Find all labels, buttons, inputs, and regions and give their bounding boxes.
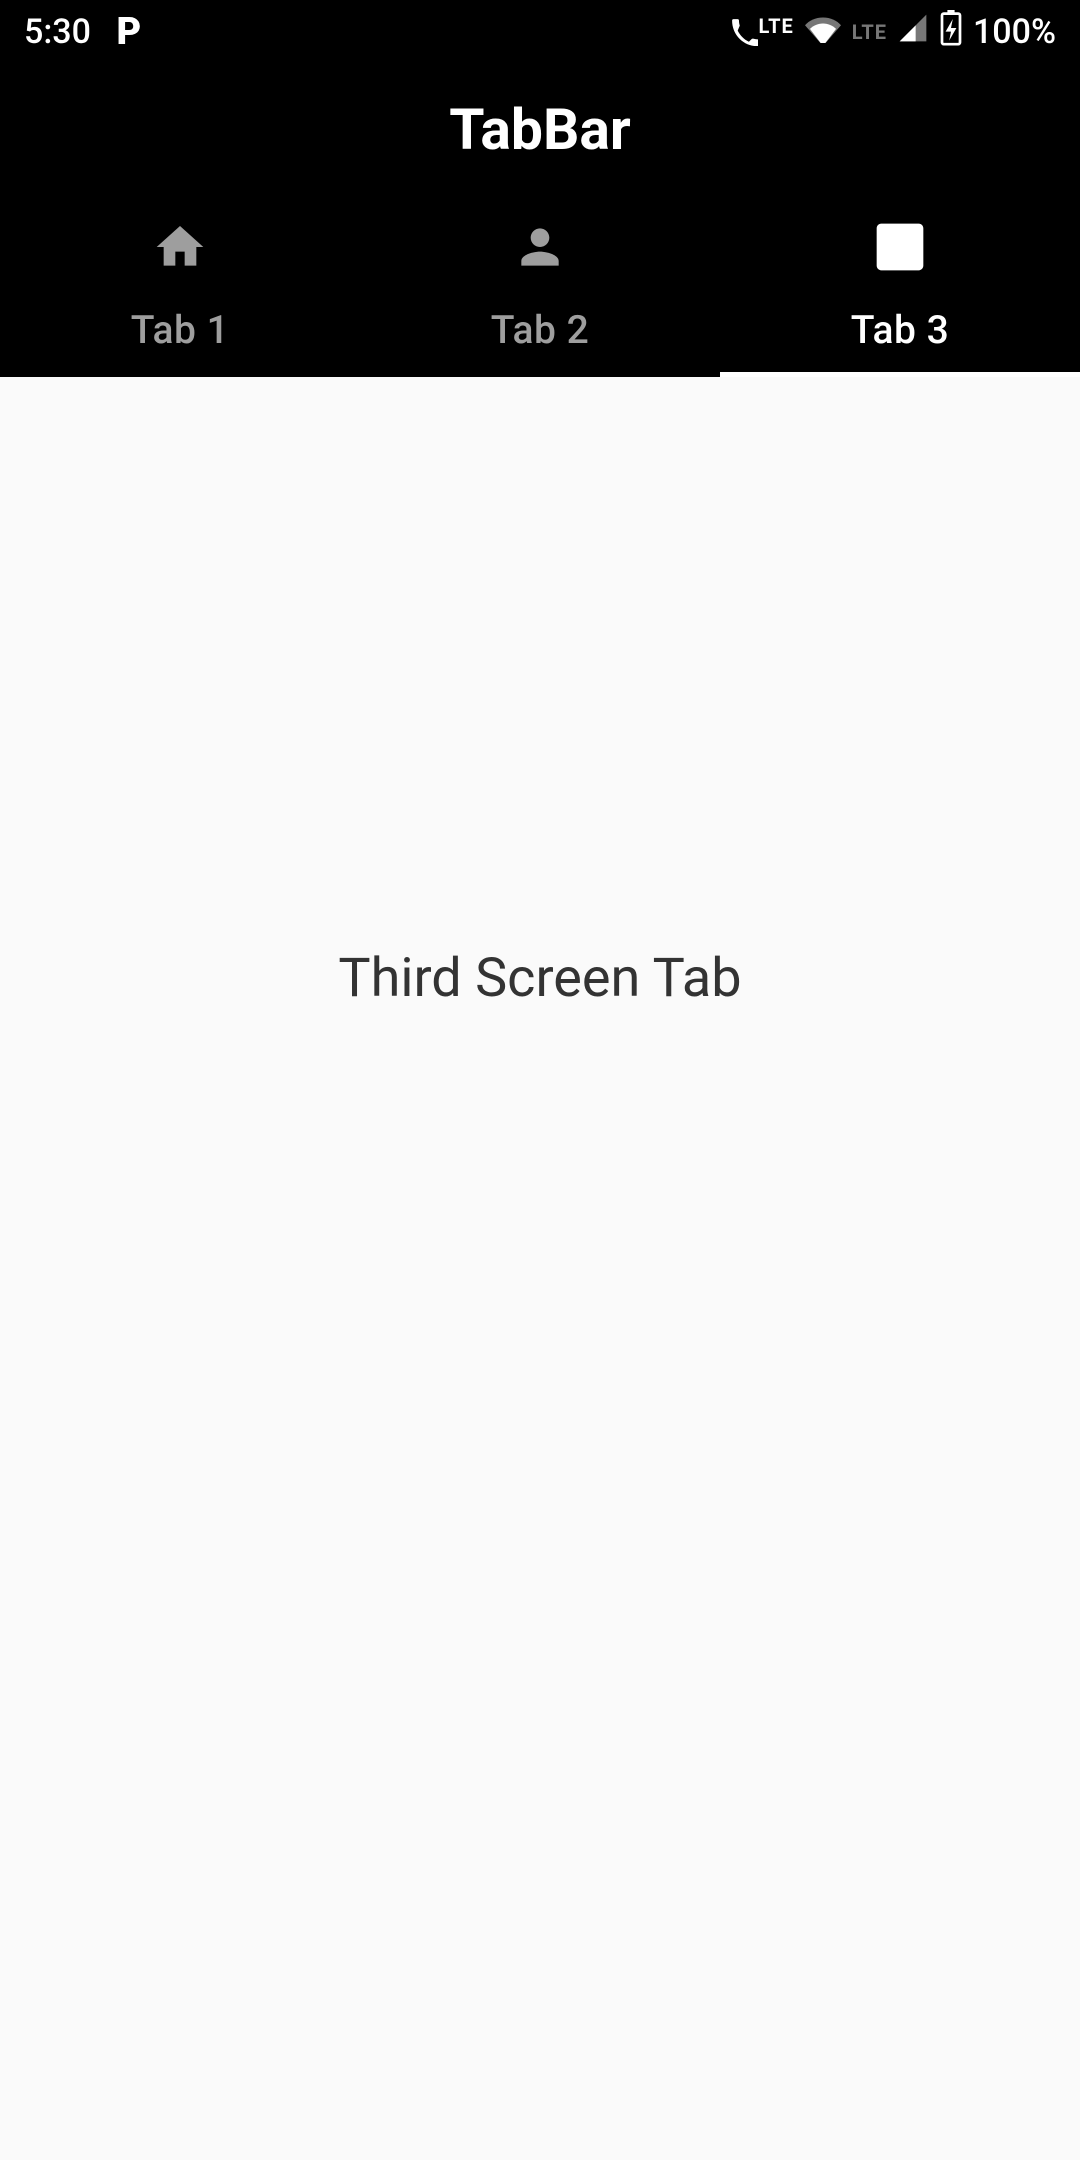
battery-percent: 100% [973,12,1056,52]
tab-indicator [720,372,1080,377]
tab-2-label: Tab 2 [491,307,590,353]
tab-2[interactable]: Tab 2 [360,194,720,377]
home-icon [152,219,208,279]
bookmark-book-icon [872,219,928,279]
app-bar: TabBar [0,64,1080,194]
lte-label-2: LTE [852,20,887,44]
status-time: 5:30 [24,12,91,52]
tab-content: Third Screen Tab [0,377,1080,2160]
page-title: TabBar [449,96,630,163]
tab-3[interactable]: Tab 3 [720,194,1080,377]
tab-3-label: Tab 3 [851,307,950,353]
signal-icon [897,12,929,53]
tab-1-label: Tab 1 [131,307,230,353]
person-icon [512,219,568,279]
content-text: Third Screen Tab [338,947,741,1010]
tab-1[interactable]: Tab 1 [0,194,360,377]
status-left: 5:30 P [24,12,147,52]
battery-charging-icon [939,10,963,55]
phone-lte-icon: LTE [730,18,793,46]
pandora-icon: P [111,14,147,50]
status-bar: 5:30 P LTE LTE 100% [0,0,1080,64]
tab-bar: Tab 1 Tab 2 Tab 3 [0,194,1080,377]
wifi-icon [804,12,842,52]
status-right: LTE LTE 100% [730,10,1056,55]
lte-label-1: LTE [758,14,793,38]
